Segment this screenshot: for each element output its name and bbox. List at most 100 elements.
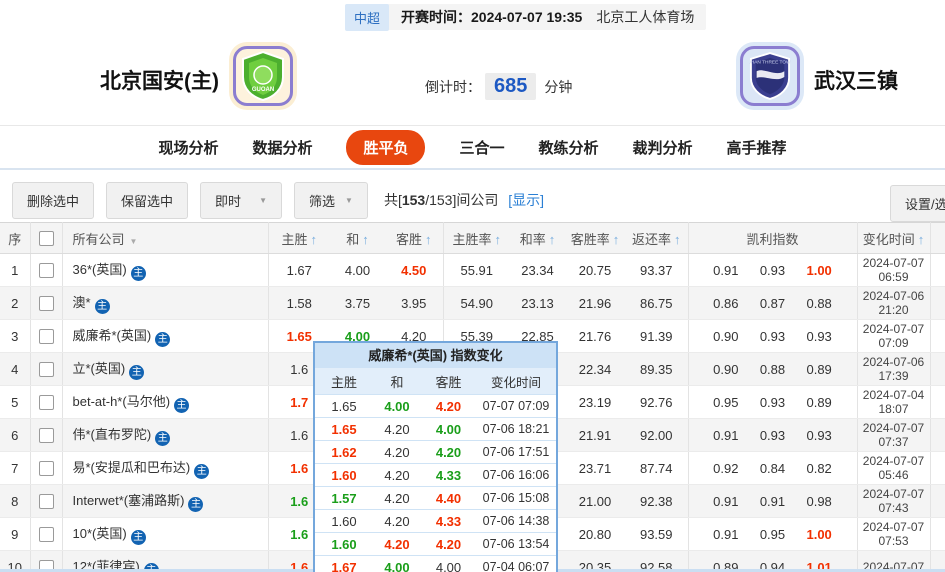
change-date: 2024-07-06 xyxy=(862,289,925,303)
filter-dropdown[interactable]: 筛选 ▼ xyxy=(294,181,368,219)
kelly-draw: 0.84 xyxy=(759,460,786,476)
league-badge[interactable]: 中超 xyxy=(345,3,390,31)
win-odds-cell[interactable]: 1.58 xyxy=(268,286,330,320)
draw-odds-cell[interactable]: 3.75 xyxy=(330,286,385,320)
table-row[interactable]: 1 36*(英国) 主 1.67 4.00 4.50 55.91 23.34 20… xyxy=(0,253,945,287)
kelly-cell: 0.95 0.93 0.89 xyxy=(688,385,858,419)
row-checkbox[interactable] xyxy=(38,262,54,278)
row-checkbox[interactable] xyxy=(38,328,54,344)
kelly-lose: 0.93 xyxy=(806,328,832,344)
company-cell[interactable]: Interwet*(塞浦路斯) 主 xyxy=(62,484,269,518)
table-row[interactable]: 2 澳* 主 1.58 3.75 3.95 54.90 23.13 21.96 8… xyxy=(0,286,945,320)
extra-cell xyxy=(930,484,945,518)
col-win-label: 主胜 xyxy=(281,231,308,247)
countdown: 倒计时： 685 分钟 xyxy=(425,73,572,100)
change-date: 2024-07-07 xyxy=(862,520,925,534)
row-select-cell xyxy=(30,418,63,452)
col-draw[interactable]: 和 ↑ xyxy=(330,222,385,254)
kelly-draw: 0.95 xyxy=(759,526,786,542)
col-seq: 序 xyxy=(0,222,31,254)
payout-rate: 92.76 xyxy=(625,385,689,419)
kelly-lose: 0.82 xyxy=(806,460,832,476)
settings-select-button[interactable]: 设置/选择 xyxy=(890,185,945,222)
col-draw-rate[interactable]: 和率 ↑ xyxy=(510,222,565,254)
count-prefix: 共[ xyxy=(383,192,402,208)
row-checkbox[interactable] xyxy=(38,460,54,476)
row-checkbox[interactable] xyxy=(38,394,54,410)
company-cell[interactable]: 易*(安提瓜和巴布达) 主 xyxy=(62,451,269,485)
draw-odds: 4.00 xyxy=(344,262,371,278)
company-cell[interactable]: 伟*(直布罗陀) 主 xyxy=(62,418,269,452)
popup-lose-odds: 4.40 xyxy=(435,490,462,506)
extra-cell xyxy=(930,418,945,452)
row-checkbox[interactable] xyxy=(38,427,54,443)
win-odds-cell[interactable]: 1.67 xyxy=(268,253,330,287)
col-win[interactable]: 主胜 ↑ xyxy=(268,222,330,254)
company-cell[interactable]: 36*(英国) 主 xyxy=(62,253,269,287)
col-lose-rate[interactable]: 客胜率 ↑ xyxy=(565,222,625,254)
popup-lose-odds: 4.20 xyxy=(435,398,462,414)
popup-history-row: 1.60 4.20 4.33 07-06 16:06 xyxy=(315,463,556,486)
company-cell[interactable]: 威廉希*(英国) 主 xyxy=(62,319,269,353)
odds-mode-value: 即时 xyxy=(215,193,242,209)
row-checkbox[interactable] xyxy=(38,295,54,311)
tab-live-analysis[interactable]: 现场分析 xyxy=(158,137,218,158)
select-all-checkbox[interactable] xyxy=(38,230,54,246)
popup-history-row: 1.60 4.20 4.20 07-06 13:54 xyxy=(315,532,556,555)
company-cell[interactable]: bet-at-h*(马尔他) 主 xyxy=(62,385,269,419)
company-count: 共[153/153]间公司 [显示] xyxy=(384,190,544,210)
row-checkbox[interactable] xyxy=(38,493,54,509)
popup-col-time: 变化时间 xyxy=(490,375,541,390)
kelly-win: 0.91 xyxy=(713,493,739,509)
row-checkbox[interactable] xyxy=(38,526,54,542)
win-odds: 1.6 xyxy=(290,427,309,443)
change-time-cell: 2024-07-07 05:46 xyxy=(857,451,931,485)
col-company[interactable]: 所有公司 ▼ xyxy=(62,222,269,254)
home-indicator-icon: 主 xyxy=(194,464,210,479)
kelly-win: 0.90 xyxy=(713,361,739,377)
popup-win-odds: 1.65 xyxy=(331,398,357,414)
col-lose[interactable]: 客胜 ↑ xyxy=(385,222,444,254)
tab-coach-analysis[interactable]: 教练分析 xyxy=(539,137,599,158)
keep-selected-button[interactable]: 保留选中 xyxy=(106,181,189,219)
home-shield-icon: GUOAN xyxy=(242,51,284,101)
popup-draw-odds: 4.20 xyxy=(384,421,410,437)
show-link[interactable]: [显示] xyxy=(508,192,544,208)
chevron-down-icon: ▼ xyxy=(259,195,268,205)
company-name: 威廉希*(英国) xyxy=(72,328,152,343)
delete-selected-button[interactable]: 删除选中 xyxy=(12,181,95,219)
popup-win-odds: 1.60 xyxy=(331,536,357,552)
popup-lose-odds: 4.00 xyxy=(435,421,462,437)
company-cell[interactable]: 立*(英国) 主 xyxy=(62,352,269,386)
kelly-cell: 0.92 0.84 0.82 xyxy=(688,451,858,485)
lose-odds-cell[interactable]: 4.50 xyxy=(385,253,444,287)
odds-mode-dropdown[interactable]: 即时 ▼ xyxy=(200,181,283,219)
match-info-strip: 中超 开赛时间：2024-07-07 19:35 北京工人体育场 xyxy=(345,3,707,31)
company-cell[interactable]: 10*(英国) 主 xyxy=(62,517,269,551)
lose-rate: 22.34 xyxy=(565,352,625,386)
change-date: 2024-07-06 xyxy=(862,355,925,369)
tab-three-in-one[interactable]: 三合一 xyxy=(459,137,504,158)
popup-history-row: 1.65 4.00 4.20 07-07 07:09 xyxy=(315,394,556,417)
popup-history-row: 1.62 4.20 4.20 07-06 17:51 xyxy=(315,440,556,463)
change-date: 2024-07-07 xyxy=(862,256,925,270)
change-clock: 07:09 xyxy=(878,336,909,350)
tab-win-draw-lose[interactable]: 胜平负 xyxy=(346,129,426,165)
col-change-time[interactable]: 变化时间 ↑ xyxy=(857,222,931,254)
tab-data-analysis[interactable]: 数据分析 xyxy=(252,137,312,158)
team-header: 北京国安(主) GUOAN 倒计时： 685 分钟 WUHAN THREE TO… xyxy=(0,33,945,125)
lose-odds-cell[interactable]: 3.95 xyxy=(385,286,444,320)
tab-expert-picks[interactable]: 高手推荐 xyxy=(727,137,787,158)
payout-rate: 92.00 xyxy=(625,418,689,452)
popup-col-win: 主胜 xyxy=(330,374,357,390)
company-cell[interactable]: 澳* 主 xyxy=(62,286,269,320)
col-win-rate[interactable]: 主胜率 ↑ xyxy=(443,222,510,254)
col-payout[interactable]: 返还率 ↑ xyxy=(625,222,689,254)
popup-history-row: 1.60 4.20 4.33 07-06 14:38 xyxy=(315,509,556,532)
tab-referee-analysis[interactable]: 裁判分析 xyxy=(633,137,693,158)
sort-asc-icon: ↑ xyxy=(362,231,369,247)
lose-rate: 20.75 xyxy=(565,253,625,287)
draw-odds-cell[interactable]: 4.00 xyxy=(330,253,385,287)
row-checkbox[interactable] xyxy=(38,361,54,377)
svg-text:WUHAN THREE TOWNS: WUHAN THREE TOWNS xyxy=(749,60,791,66)
